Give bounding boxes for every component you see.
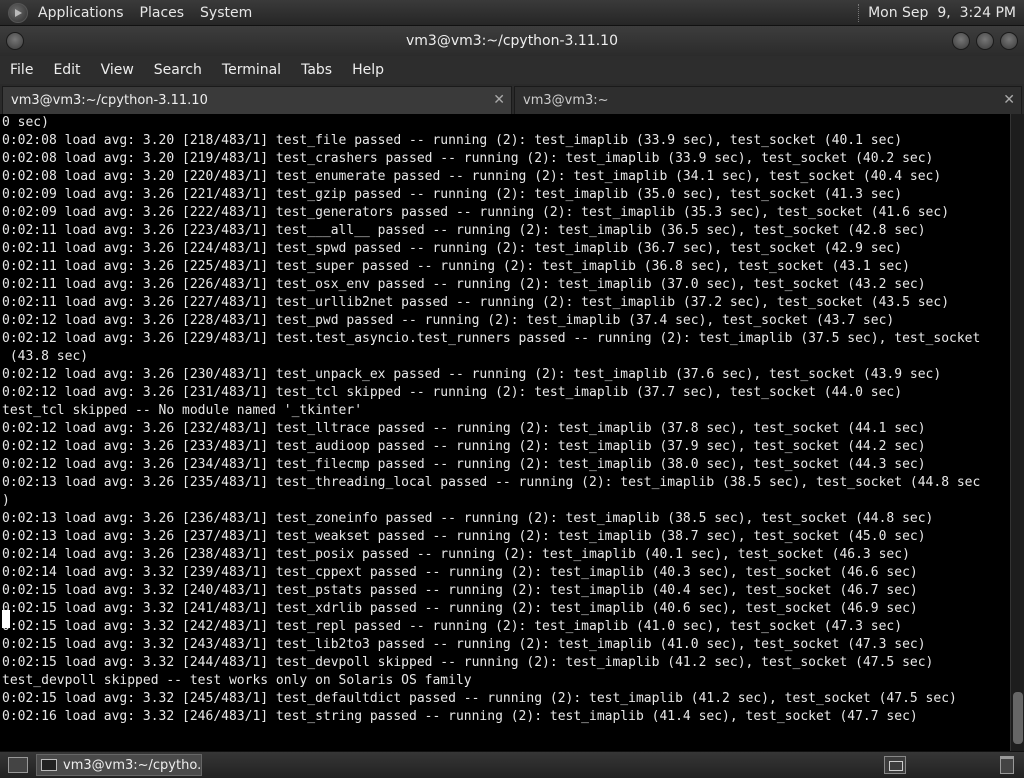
terminal-line: 0:02:16 load avg: 3.32 [246/483/1] test_… bbox=[2, 709, 918, 724]
terminal-line: 0:02:08 load avg: 3.20 [220/483/1] test_… bbox=[2, 169, 942, 184]
panel-separator bbox=[858, 3, 860, 22]
places-menu[interactable]: Places bbox=[132, 0, 193, 26]
maximize-button[interactable] bbox=[976, 32, 994, 50]
top-panel: Applications Places System Mon Sep 9, 3:… bbox=[0, 0, 1024, 26]
menu-help[interactable]: Help bbox=[342, 62, 394, 78]
terminal-line: 0:02:12 load avg: 3.26 [232/483/1] test_… bbox=[2, 421, 926, 436]
top-panel-menu: Applications Places System bbox=[0, 0, 260, 25]
menu-search[interactable]: Search bbox=[144, 62, 212, 78]
terminal-line: 0:02:15 load avg: 3.32 [243/483/1] test_… bbox=[2, 637, 926, 652]
tab-close-icon[interactable]: ✕ bbox=[1003, 92, 1015, 108]
terminal-line: 0:02:15 load avg: 3.32 [240/483/1] test_… bbox=[2, 583, 918, 598]
terminal-line: test_tcl skipped -- No module named '_tk… bbox=[2, 403, 363, 418]
terminal-line: 0:02:13 load avg: 3.26 [235/483/1] test_… bbox=[2, 475, 981, 490]
terminal-scrollbar[interactable] bbox=[1010, 114, 1024, 751]
menu-terminal[interactable]: Terminal bbox=[212, 62, 291, 78]
menu-edit[interactable]: Edit bbox=[43, 62, 90, 78]
applications-icon[interactable] bbox=[8, 2, 28, 23]
terminal-line: 0:02:13 load avg: 3.26 [237/483/1] test_… bbox=[2, 529, 926, 544]
terminal-line: 0:02:08 load avg: 3.20 [218/483/1] test_… bbox=[2, 133, 903, 148]
menu-view[interactable]: View bbox=[91, 62, 144, 78]
scrollbar-thumb[interactable] bbox=[1013, 692, 1023, 744]
terminal-icon bbox=[41, 759, 57, 771]
clock[interactable]: Mon Sep 9, 3:24 PM bbox=[868, 5, 1024, 21]
menu-tabs[interactable]: Tabs bbox=[291, 62, 342, 78]
terminal-line: 0:02:12 load avg: 3.26 [234/483/1] test_… bbox=[2, 457, 926, 472]
terminal-line: 0:02:11 load avg: 3.26 [225/483/1] test_… bbox=[2, 259, 910, 274]
terminal-line: (43.8 sec) bbox=[2, 349, 89, 364]
menu-file[interactable]: File bbox=[0, 62, 43, 78]
system-menu[interactable]: System bbox=[192, 0, 260, 26]
terminal-line: 0:02:14 load avg: 3.32 [239/483/1] test_… bbox=[2, 565, 918, 580]
terminal-line: 0:02:15 load avg: 3.32 [241/483/1] test_… bbox=[2, 601, 918, 616]
close-button[interactable] bbox=[1000, 32, 1018, 50]
tab-cpython[interactable]: vm3@vm3:~/cpython-3.11.10 ✕ bbox=[2, 86, 512, 114]
workspace-switcher-icon[interactable] bbox=[884, 756, 906, 774]
tab-close-icon[interactable]: ✕ bbox=[493, 92, 505, 108]
minimize-button[interactable] bbox=[952, 32, 970, 50]
terminal-line: test_devpoll skipped -- test works only … bbox=[2, 673, 472, 688]
applications-menu[interactable]: Applications bbox=[30, 0, 132, 26]
tab-label: vm3@vm3:~ bbox=[523, 93, 609, 108]
window-titlebar[interactable]: vm3@vm3:~/cpython-3.11.10 bbox=[0, 26, 1024, 56]
terminal-line: 0:02:11 load avg: 3.26 [226/483/1] test_… bbox=[2, 277, 926, 292]
terminal-line: ) bbox=[2, 493, 10, 508]
terminal-line: 0:02:12 load avg: 3.26 [231/483/1] test_… bbox=[2, 385, 903, 400]
terminal-line: 0:02:11 load avg: 3.26 [223/483/1] test_… bbox=[2, 223, 926, 238]
terminal-line: 0:02:15 load avg: 3.32 [245/483/1] test_… bbox=[2, 691, 957, 706]
taskbar-terminal-button[interactable]: vm3@vm3:~/cpytho... bbox=[36, 754, 202, 776]
terminal-line: 0:02:13 load avg: 3.26 [236/483/1] test_… bbox=[2, 511, 934, 526]
menubar: File Edit View Search Terminal Tabs Help bbox=[0, 56, 1024, 84]
terminal-line: 0:02:09 load avg: 3.26 [221/483/1] test_… bbox=[2, 187, 903, 202]
terminal-line: 0:02:08 load avg: 3.20 [219/483/1] test_… bbox=[2, 151, 934, 166]
window-title: vm3@vm3:~/cpython-3.11.10 bbox=[406, 33, 618, 49]
terminal-cursor bbox=[2, 610, 10, 628]
terminal-line: 0:02:12 load avg: 3.26 [228/483/1] test_… bbox=[2, 313, 895, 328]
terminal-line: 0:02:11 load avg: 3.26 [227/483/1] test_… bbox=[2, 295, 950, 310]
tab-bar: vm3@vm3:~/cpython-3.11.10 ✕ vm3@vm3:~ ✕ bbox=[0, 84, 1024, 114]
terminal-line: 0:02:14 load avg: 3.26 [238/483/1] test_… bbox=[2, 547, 910, 562]
terminal-line: 0:02:15 load avg: 3.32 [242/483/1] test_… bbox=[2, 619, 903, 634]
trash-icon[interactable] bbox=[1000, 756, 1014, 774]
terminal-line: 0:02:12 load avg: 3.26 [233/483/1] test_… bbox=[2, 439, 926, 454]
task-label: vm3@vm3:~/cpytho... bbox=[63, 757, 202, 773]
terminal-output[interactable]: 0 sec) 0:02:08 load avg: 3.20 [218/483/1]… bbox=[0, 114, 1010, 751]
terminal-line: 0:02:11 load avg: 3.26 [224/483/1] test_… bbox=[2, 241, 903, 256]
tab-home[interactable]: vm3@vm3:~ ✕ bbox=[514, 86, 1022, 114]
terminal-line: 0:02:12 load avg: 3.26 [229/483/1] test.… bbox=[2, 331, 981, 346]
terminal-line: 0:02:09 load avg: 3.26 [222/483/1] test_… bbox=[2, 205, 950, 220]
tab-label: vm3@vm3:~/cpython-3.11.10 bbox=[11, 93, 208, 108]
terminal-line: 0 sec) bbox=[2, 115, 49, 130]
terminal-line: 0:02:12 load avg: 3.26 [230/483/1] test_… bbox=[2, 367, 942, 382]
terminal-line: 0:02:15 load avg: 3.32 [244/483/1] test_… bbox=[2, 655, 934, 670]
show-desktop-icon[interactable] bbox=[8, 757, 28, 773]
bottom-panel: vm3@vm3:~/cpytho... bbox=[0, 751, 1024, 778]
window-menu-button[interactable] bbox=[6, 32, 24, 50]
